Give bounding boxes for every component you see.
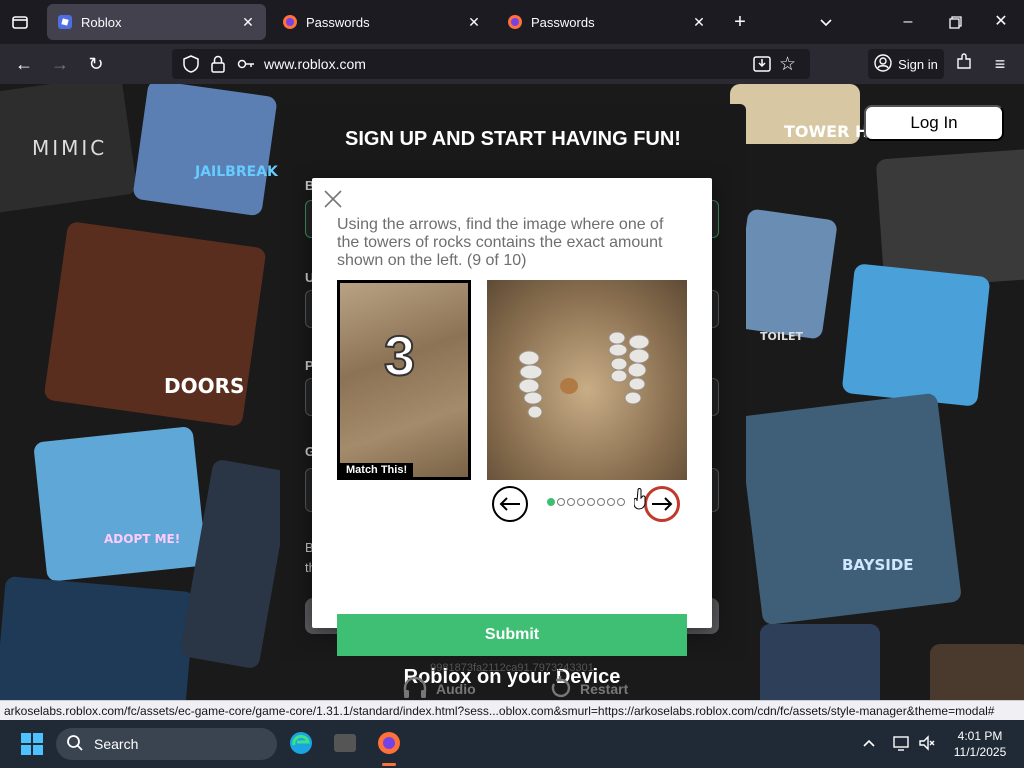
previous-arrow-button[interactable] <box>492 486 528 522</box>
hand-cursor-icon <box>633 488 648 515</box>
game-label-bayside: BAYSIDE <box>842 556 914 574</box>
game-tile[interactable] <box>841 263 991 407</box>
bookmark-star-icon[interactable]: ☆ <box>779 53 796 76</box>
progress-dot <box>547 498 555 506</box>
session-id: 9981873fa2112ca91.7973243301 <box>430 662 594 674</box>
status-bar: arkoselabs.roblox.com/fc/assets/ec-game-… <box>0 700 1024 720</box>
firefox-taskbar-icon[interactable] <box>376 730 402 761</box>
progress-dot <box>567 498 575 506</box>
game-tile[interactable] <box>732 208 838 340</box>
search-label: Search <box>94 736 139 752</box>
sign-in-label: Sign in <box>898 56 938 72</box>
game-tile[interactable] <box>132 84 278 217</box>
progress-dot <box>577 498 585 506</box>
taskbar-search[interactable]: Search <box>56 728 277 760</box>
game-label-adopt-me: ADOPT ME! <box>104 532 181 546</box>
target-number: 3 <box>383 323 416 388</box>
roblox-favicon-icon <box>57 14 73 30</box>
taskbar: Search 4:01 PM 11/1/2025 <box>0 720 1024 768</box>
game-label-toilet: TOILET <box>760 330 803 343</box>
key-icon[interactable] <box>236 55 256 78</box>
clock[interactable]: 4:01 PM 11/1/2025 <box>948 728 1012 760</box>
game-label-mimic: MIMIC <box>32 136 108 160</box>
close-tab-icon[interactable]: ✕ <box>466 14 482 30</box>
signup-title: SIGN UP AND START HAVING FUN! <box>345 128 681 150</box>
menu-icon[interactable]: ≡ <box>988 52 1012 76</box>
game-tile[interactable] <box>737 392 963 626</box>
extensions-icon[interactable] <box>952 52 976 76</box>
shield-icon[interactable] <box>182 54 200 79</box>
download-page-icon[interactable] <box>752 54 772 79</box>
sign-in-button[interactable]: Sign in <box>868 49 944 79</box>
close-window-icon[interactable]: ✕ <box>989 10 1013 34</box>
tab-title: Passwords <box>306 14 370 30</box>
app-icon[interactable] <box>334 734 356 752</box>
tab-roblox[interactable]: Roblox ✕ <box>47 4 266 40</box>
tab-list-icon[interactable] <box>8 10 32 34</box>
lock-icon[interactable] <box>210 54 226 79</box>
tab-title: Roblox <box>81 14 122 30</box>
chevron-down-icon[interactable] <box>814 10 838 34</box>
submit-button[interactable]: Submit <box>337 614 687 656</box>
progress-dot <box>607 498 615 506</box>
search-icon <box>66 734 84 755</box>
url-text[interactable]: www.roblox.com <box>264 56 366 72</box>
new-tab-icon[interactable]: + <box>728 10 752 34</box>
restore-icon[interactable] <box>943 10 967 34</box>
account-icon <box>874 53 892 75</box>
roblox-page: MIMIC JAILBREAK DOORS ADOPT ME! TOWER HE… <box>0 84 1024 700</box>
next-arrow-button[interactable] <box>644 486 680 522</box>
audio-label: Audio <box>436 681 476 697</box>
clock-date: 11/1/2025 <box>953 745 1007 759</box>
audio-button[interactable]: Audio <box>402 676 476 700</box>
game-tile[interactable] <box>33 426 207 582</box>
reload-icon[interactable]: ↻ <box>84 52 108 76</box>
firefox-favicon-icon <box>507 14 523 30</box>
candidate-image[interactable] <box>487 280 687 480</box>
restart-button[interactable]: Restart <box>548 675 629 701</box>
clock-time: 4:01 PM <box>957 729 1003 743</box>
navigation-bar: ← → ↻ www.roblox.com ☆ Sign in ≡ <box>0 44 1024 84</box>
firefox-favicon-icon <box>282 14 298 30</box>
progress-dot <box>587 498 595 506</box>
captcha-modal: Using the arrows, find the image where o… <box>312 178 712 698</box>
tab-bar: Roblox ✕ Passwords ✕ Passwords ✕ + – ✕ <box>0 0 1024 44</box>
log-in-button[interactable]: Log In <box>864 105 1004 141</box>
close-icon[interactable] <box>322 188 344 210</box>
tab-passwords-2[interactable]: Passwords ✕ <box>497 4 717 40</box>
network-icon[interactable] <box>892 734 910 757</box>
progress-dots <box>547 498 625 506</box>
game-label-doors: DOORS <box>164 374 245 398</box>
restart-label: Restart <box>580 681 629 697</box>
close-tab-icon[interactable]: ✕ <box>240 14 256 30</box>
progress-dot <box>617 498 625 506</box>
headphones-icon <box>402 676 428 701</box>
forward-icon[interactable]: → <box>48 52 72 76</box>
minimize-icon[interactable]: – <box>896 10 920 34</box>
url-bar[interactable]: www.roblox.com ☆ <box>172 49 810 79</box>
close-tab-icon[interactable]: ✕ <box>691 14 707 30</box>
back-icon[interactable]: ← <box>12 52 36 76</box>
tab-title: Passwords <box>531 14 595 30</box>
volume-muted-icon[interactable] <box>918 734 936 757</box>
progress-dot <box>597 498 605 506</box>
match-this-label: Match This! <box>340 463 414 477</box>
windows-start-icon[interactable] <box>20 732 44 761</box>
chevron-up-icon[interactable] <box>860 734 878 757</box>
progress-dot <box>557 498 565 506</box>
game-label-jailbreak: JAILBREAK <box>195 164 278 180</box>
restart-icon <box>548 675 572 701</box>
tab-passwords-1[interactable]: Passwords ✕ <box>272 4 492 40</box>
captcha-instruction: Using the arrows, find the image where o… <box>337 216 664 269</box>
edge-icon[interactable] <box>288 730 314 761</box>
active-app-indicator <box>382 763 396 766</box>
target-image: 3 Match This! <box>337 280 471 480</box>
